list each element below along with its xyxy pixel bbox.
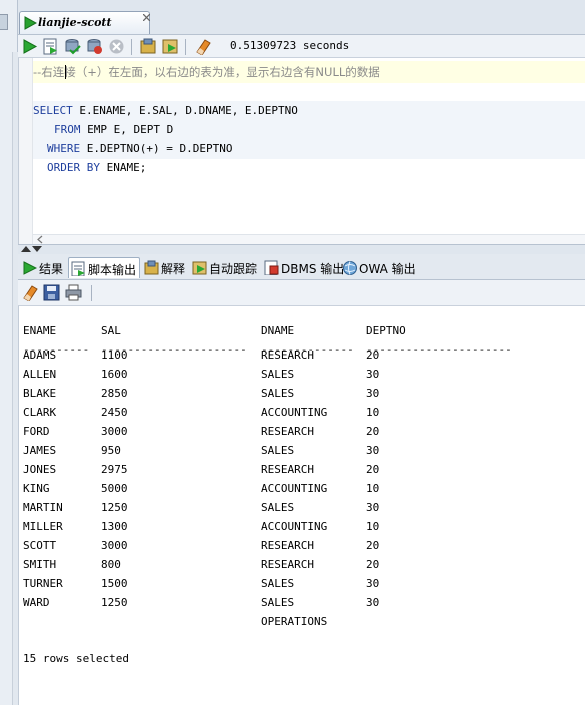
script-output-panel[interactable]: ENAME SAL DNAME DEPTNO ---------- ----------… (18, 306, 585, 705)
editor-results-splitter[interactable] (18, 244, 585, 254)
toolbar-separator (131, 39, 132, 55)
worksheet-toolbar: 0.51309723 seconds (18, 34, 585, 58)
worksheet-tab-title: lianjie-scott (38, 16, 112, 29)
close-icon[interactable] (143, 14, 150, 21)
save-icon[interactable] (43, 284, 60, 301)
explain-plan-icon[interactable] (162, 38, 179, 55)
collapse-down-icon[interactable] (32, 246, 42, 252)
owa-globe-icon (343, 261, 357, 275)
sql-comment-line: --右连接（+）在左面，以右边的表为准，显示右边含有NULL的数据 (33, 65, 380, 79)
script-output-icon (71, 261, 85, 276)
tab-results[interactable]: 结果 (20, 257, 66, 278)
tab-owa-output[interactable]: OWA 输出 (340, 257, 419, 278)
cancel-icon[interactable] (108, 38, 125, 55)
collapsed-panel-tab[interactable] (0, 14, 8, 30)
sql-line-from: FROM EMP E, DEPT D (54, 123, 174, 136)
execution-timing: 0.51309723 seconds (230, 39, 350, 52)
results-tab-strip: 结果 脚本输出 解释 自动跟踪 DBMS 输出 OWA 输出 (18, 254, 585, 280)
autotrace-icon (192, 261, 207, 275)
run-script-icon[interactable] (42, 38, 59, 55)
worksheet-icon (24, 16, 37, 30)
output-separator-row: ---------- ---------------------- --------… (23, 343, 512, 356)
worksheet-tab[interactable]: lianjie-scott (19, 11, 150, 35)
run-statement-icon[interactable] (21, 38, 38, 55)
print-icon[interactable] (65, 284, 82, 301)
sql-editor[interactable]: --右连接（+）在左面，以右边的表为准，显示右边含有NULL的数据 SELECT… (18, 58, 585, 244)
editor-horizontal-scrollbar[interactable] (33, 234, 585, 244)
sql-tuning-icon[interactable] (140, 38, 157, 55)
editor-tab-bar: lianjie-scott (18, 0, 585, 35)
sql-developer-window: lianjie-scott 0.51309723 seconds --右连接（+… (0, 0, 585, 705)
tab-dbms-output[interactable]: DBMS 输出 (262, 257, 347, 278)
toolbar-separator (91, 285, 92, 301)
text-cursor (65, 65, 66, 79)
sql-line-order-by: ORDER BY ENAME; (47, 161, 147, 174)
tab-explain[interactable]: 解释 (142, 257, 188, 278)
rows-selected-message: 15 rows selected (23, 652, 129, 665)
left-panel-edge (0, 0, 18, 705)
scroll-left-icon[interactable] (36, 235, 44, 244)
rollback-icon[interactable] (86, 38, 103, 55)
collapse-up-icon[interactable] (21, 246, 31, 252)
explain-icon (144, 260, 159, 275)
clear-eraser-icon[interactable] (194, 38, 211, 55)
editor-line-gutter (19, 58, 33, 244)
output-toolbar (18, 280, 585, 306)
dbms-output-icon (264, 260, 279, 275)
sql-line-select: SELECT E.ENAME, E.SAL, D.DNAME, E.DEPTNO (33, 104, 298, 117)
commit-icon[interactable] (64, 38, 81, 55)
toolbar-separator (185, 39, 186, 55)
output-header-row: ENAME SAL DNAME DEPTNO (23, 324, 406, 337)
results-play-icon (23, 261, 37, 275)
clear-output-eraser-icon[interactable] (21, 284, 38, 301)
tab-script-output[interactable]: 脚本输出 (68, 257, 141, 278)
tab-autotrace[interactable]: 自动跟踪 (190, 257, 260, 278)
sql-line-where: WHERE E.DEPTNO(+) = D.DEPTNO (47, 142, 233, 155)
